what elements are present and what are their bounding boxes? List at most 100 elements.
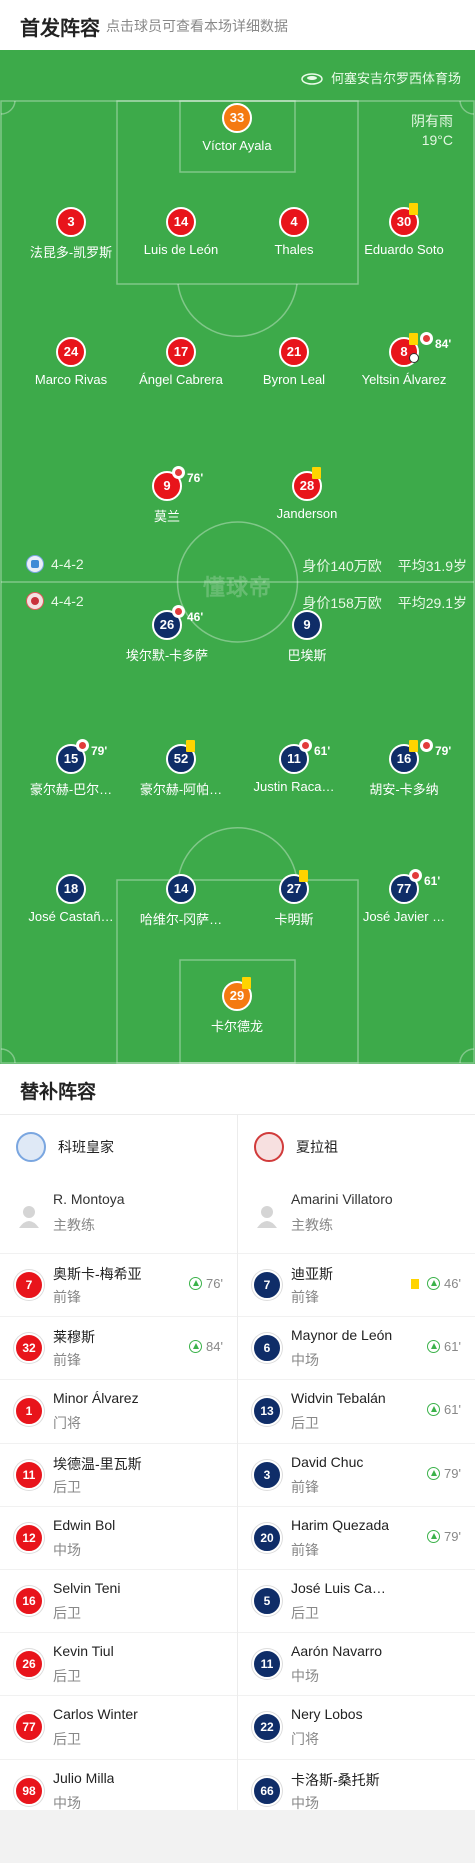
player-name: Julio Milla <box>53 1769 115 1786</box>
away-formation-text: 4-4-2 <box>51 593 84 609</box>
home-bench: 科班皇家 R. Montoya 主教练 7 奥斯卡-梅希亚 前锋 76' 32 莱穆斯 前锋… <box>0 1115 237 1822</box>
substitution-off-icon <box>409 869 422 882</box>
away-player[interactable]: 26 46' 埃尔默-卡多萨 <box>112 605 222 664</box>
away-player[interactable]: 15 79' 豪尔赫-巴尔… <box>16 739 126 798</box>
player-number-badge: 3 <box>252 1459 282 1490</box>
home-coach[interactable]: R. Montoya 主教练 <box>0 1179 237 1253</box>
player-number-badge: 98 <box>14 1775 44 1806</box>
bench-player-row[interactable]: 22 Nery Lobos 门将 <box>238 1695 475 1758</box>
player-name: Edwin Bol <box>53 1516 116 1533</box>
away-player[interactable]: 52 豪尔赫-阿帕… <box>126 740 236 798</box>
bench-title: 替补阵容 <box>20 1082 97 1103</box>
venue-info: 何塞安吉尔罗西体育场 <box>301 68 461 87</box>
bench-player-row[interactable]: 1 Minor Álvarez 门将 <box>0 1379 237 1442</box>
home-player[interactable]: 33 Víctor Ayala <box>182 103 292 153</box>
player-name: José Castañ… <box>28 909 114 924</box>
substitution-event: 61' <box>427 1402 461 1417</box>
bench-player-row[interactable]: 11 Aarón Navarro 中场 <box>238 1632 475 1695</box>
away-player[interactable]: 11 61' Justin Raca… <box>239 739 349 794</box>
player-number-badge: 77 61' <box>389 869 440 904</box>
player-name: Minor Álvarez <box>53 1390 139 1407</box>
away-bench-team[interactable]: 夏拉祖 <box>238 1115 475 1179</box>
away-team-value: 身价158万欧 <box>302 595 382 611</box>
away-team-name: 夏拉祖 <box>296 1139 338 1155</box>
player-number-badge: 30 <box>389 203 419 237</box>
player-number-badge: 26 <box>14 1649 44 1680</box>
home-bench-team[interactable]: 科班皇家 <box>0 1115 237 1179</box>
away-player[interactable]: 14 哈维尔-冈萨… <box>126 874 236 928</box>
bench-player-row[interactable]: 7 迪亚斯 前锋 46' <box>238 1253 475 1316</box>
substitution-minute: 61' <box>424 874 441 888</box>
bench-player-row[interactable]: 11 埃德温-里瓦斯 后卫 <box>0 1442 237 1506</box>
player-name: Harim Quezada <box>291 1516 390 1533</box>
home-player[interactable]: 24 Marco Rivas <box>16 337 126 387</box>
player-position: 后卫 <box>53 1604 81 1621</box>
substitution-minute: 84' <box>206 1339 223 1355</box>
player-number-badge: 7 <box>14 1270 44 1300</box>
away-player[interactable]: 16 79' 胡安-卡多纳 <box>349 739 459 798</box>
player-number-badge: 4 <box>279 207 309 237</box>
home-player[interactable]: 3 法昆多-凯罗斯 <box>16 207 126 261</box>
home-formation: 4-4-2 <box>26 555 84 573</box>
player-number-badge: 14 <box>166 207 196 237</box>
substitution-minute: 61' <box>314 744 331 758</box>
bench-player-row[interactable]: 7 奥斯卡-梅希亚 前锋 76' <box>0 1253 237 1316</box>
away-player[interactable]: 77 61' José Javier … <box>349 869 459 924</box>
player-number-badge: 27 <box>279 870 309 904</box>
player-name: 巴埃斯 <box>287 648 327 663</box>
home-formation-text: 4-4-2 <box>51 556 84 572</box>
away-player[interactable]: 18 José Castañ… <box>16 874 126 924</box>
yellow-card-icon <box>409 203 418 215</box>
bench-player-row[interactable]: 3 David Chuc 前锋 79' <box>238 1442 475 1506</box>
player-name: Widvin Tebalán <box>291 1390 386 1407</box>
substitution-minute: 79' <box>444 1528 461 1544</box>
bench-player-row[interactable]: 98 Julio Milla 中场 <box>0 1758 237 1822</box>
home-team-value: 身价140万欧 <box>302 558 382 574</box>
player-name: 埃德温-里瓦斯 <box>53 1455 142 1472</box>
away-player[interactable]: 29 卡尔德龙 <box>182 977 292 1035</box>
home-player[interactable]: 9 76' 莫兰 <box>112 466 222 525</box>
player-number-badge: 18 <box>56 874 86 904</box>
player-number-badge: 5 <box>252 1585 282 1616</box>
bench-player-row[interactable]: 20 Harim Quezada 前锋 79' <box>238 1505 475 1569</box>
home-player[interactable]: 30 Eduardo Soto <box>349 203 459 257</box>
bench-player-row[interactable]: 26 Kevin Tiul 后卫 <box>0 1632 237 1695</box>
bench-player-row[interactable]: 12 Edwin Bol 中场 <box>0 1505 237 1569</box>
home-player[interactable]: 14 Luis de León <box>126 207 236 257</box>
coach-role: 主教练 <box>53 1217 95 1233</box>
away-coach[interactable]: Amarini Villatoro 主教练 <box>238 1179 475 1253</box>
bench-player-row[interactable]: 16 Selvin Teni 后卫 <box>0 1568 237 1632</box>
home-player[interactable]: 4 Thales <box>239 207 349 257</box>
away-player[interactable]: 9 巴埃斯 <box>252 610 362 664</box>
player-number-badge: 8 84' <box>389 332 451 367</box>
bench-player-row[interactable]: 5 José Luis Ca… 后卫 <box>238 1568 475 1632</box>
player-name: 卡尔德龙 <box>210 1019 263 1034</box>
bench-player-row[interactable]: 32 莱穆斯 前锋 84' <box>0 1316 237 1379</box>
player-number-badge: 9 76' <box>152 466 203 501</box>
bench-player-row[interactable]: 77 Carlos Winter 后卫 <box>0 1695 237 1758</box>
away-player[interactable]: 27 卡明斯 <box>239 870 349 928</box>
yellow-card-icon <box>186 740 195 752</box>
home-player[interactable]: 28 Janderson <box>252 467 362 521</box>
goal-ball-icon <box>409 353 419 363</box>
bench-player-row[interactable]: 13 Widvin Tebalán 后卫 61' <box>238 1379 475 1442</box>
player-name: 迪亚斯 <box>291 1266 333 1282</box>
home-player[interactable]: 8 84' Yeltsin Álvarez <box>349 332 459 387</box>
bench-player-row[interactable]: 66 卡洛斯-桑托斯 中场 <box>238 1758 475 1822</box>
player-number-badge: 28 <box>292 467 322 501</box>
substitution-off-icon <box>420 739 433 752</box>
home-player[interactable]: 17 Ángel Cabrera <box>126 337 236 387</box>
player-number-badge: 16 <box>14 1585 44 1616</box>
substitution-minute: 61' <box>444 1339 461 1355</box>
home-player[interactable]: 21 Byron Leal <box>239 337 349 387</box>
player-name: Maynor de León <box>291 1327 393 1344</box>
substitution-off-icon <box>76 739 89 752</box>
player-position: 后卫 <box>53 1478 81 1495</box>
player-number-badge: 22 <box>252 1712 282 1743</box>
player-position: 中场 <box>291 1668 319 1685</box>
bench-player-row[interactable]: 6 Maynor de León 中场 61' <box>238 1316 475 1379</box>
player-position: 中场 <box>291 1352 319 1369</box>
player-name: Marco Rivas <box>34 372 108 387</box>
player-name: Aarón Navarro <box>291 1643 383 1660</box>
player-number-badge: 16 79' <box>389 739 451 774</box>
